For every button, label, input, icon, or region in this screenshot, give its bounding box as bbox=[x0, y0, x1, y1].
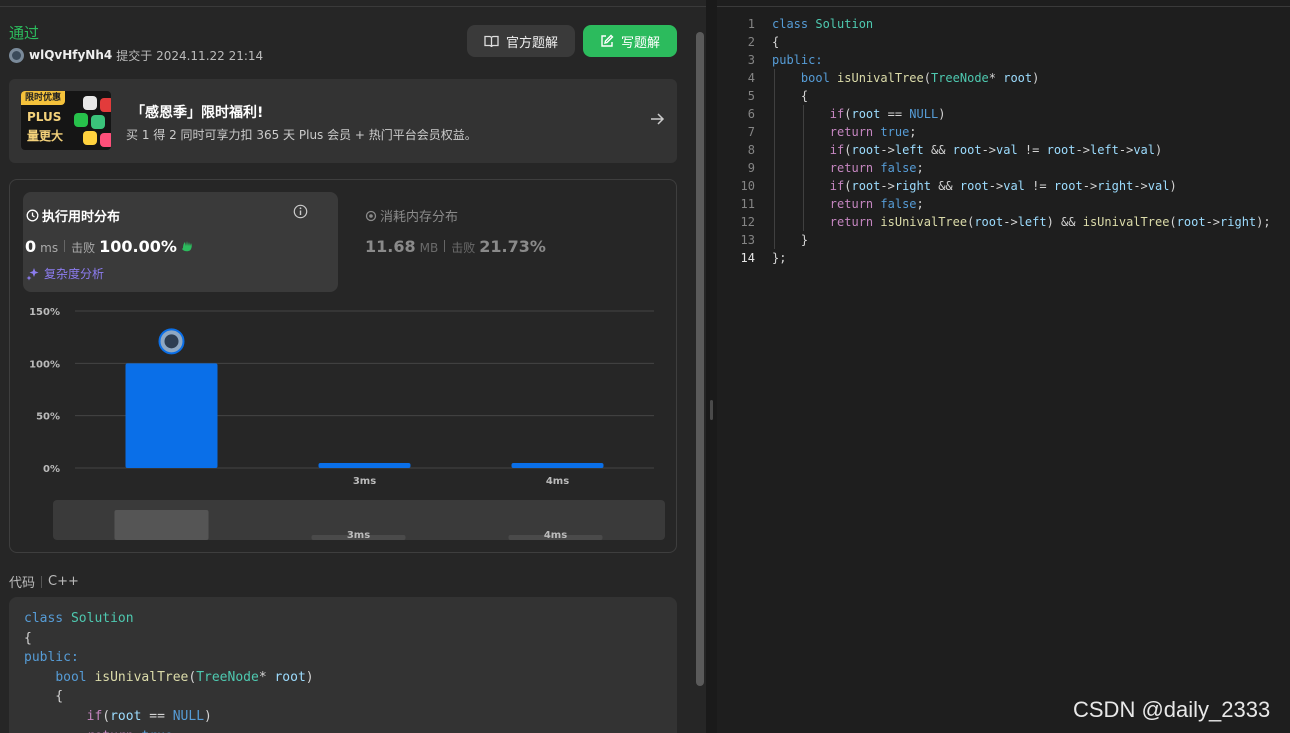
app-icon bbox=[83, 96, 97, 110]
line-number: 4 bbox=[747, 71, 755, 85]
app-icon bbox=[91, 115, 105, 129]
promo-description: 买 1 得 2 同时可享力扣 365 天 Plus 会员 + 热门平台会员权益。 bbox=[126, 128, 477, 142]
editor-line[interactable]: 4 bool isUnivalTree(TreeNode* root) bbox=[717, 69, 1290, 87]
promo-banner[interactable]: 限时优惠 PLUS 量更大 「感恩季」限时福利! 买 1 得 2 同时可享力扣 … bbox=[9, 79, 677, 163]
line-text: }; bbox=[772, 251, 787, 265]
line-number: 5 bbox=[747, 89, 755, 103]
write-solution-label: 写题解 bbox=[620, 35, 660, 51]
line-text: return false; bbox=[829, 161, 924, 175]
line-number: 14 bbox=[740, 251, 755, 265]
line-text: bool isUnivalTree(TreeNode* root) bbox=[800, 71, 1040, 85]
code-line: public: bbox=[24, 650, 79, 666]
line-number: 3 bbox=[747, 53, 755, 67]
promo-title: 「感恩季」限时福利! bbox=[131, 105, 264, 121]
watermark: CSDN @daily_2333 bbox=[1073, 697, 1271, 722]
editor-line[interactable]: 2{ bbox=[717, 33, 1290, 51]
editor-line[interactable]: 14}; bbox=[717, 249, 1290, 267]
editor-line[interactable]: 5 { bbox=[717, 87, 1290, 105]
official-solution-label: 官方题解 bbox=[505, 35, 558, 51]
line-text: if(root->left && root->val != root->left… bbox=[829, 143, 1163, 157]
submission-panel: 通过 wlQvHfyNh4 提交于 2024.11.22 21:14 官方题解 … bbox=[0, 0, 706, 733]
promo-tag: 限时优惠 bbox=[21, 91, 66, 105]
submission-meta: wlQvHfyNh4 提交于 2024.11.22 21:14 bbox=[9, 47, 263, 63]
code-language: C++ bbox=[48, 574, 79, 589]
divider bbox=[41, 575, 43, 588]
submission-status: 通过 bbox=[9, 24, 40, 42]
app-icon bbox=[100, 98, 111, 112]
book-icon bbox=[484, 35, 499, 47]
mini-x-tick-label: 3ms bbox=[347, 530, 370, 541]
line-text: return isUnivalTree(root->left) && isUni… bbox=[829, 215, 1271, 229]
code-editor-panel: 1 class Solution 2{3 public: 4 bool isUnival… bbox=[717, 0, 1290, 733]
editor-line[interactable]: 1 class Solution bbox=[717, 15, 1290, 33]
code-line: if(root == NULL) bbox=[86, 708, 212, 724]
official-solution-button[interactable]: 官方题解 bbox=[467, 25, 575, 57]
avatar[interactable] bbox=[9, 47, 24, 63]
line-text: if(root == NULL) bbox=[829, 107, 946, 121]
line-number: 7 bbox=[747, 125, 755, 139]
editor-line[interactable]: 3 public: bbox=[717, 51, 1290, 69]
promo-image: 限时优惠 PLUS 量更大 bbox=[21, 91, 111, 150]
code-line: return true; bbox=[24, 727, 662, 733]
promo-image-line1: PLUS bbox=[27, 110, 62, 124]
line-number: 2 bbox=[747, 35, 755, 49]
line-number: 13 bbox=[740, 233, 755, 247]
edit-icon bbox=[601, 34, 614, 47]
app-window: 通过 wlQvHfyNh4 提交于 2024.11.22 21:14 官方题解 … bbox=[0, 0, 1290, 733]
line-number: 12 bbox=[740, 215, 755, 229]
code-line: { bbox=[24, 689, 64, 705]
line-text: return true; bbox=[829, 125, 917, 139]
promo-image-line2: 量更大 bbox=[27, 129, 64, 143]
mini-distribution-chart[interactable]: 3ms 4ms bbox=[10, 180, 678, 554]
line-number: 1 bbox=[747, 17, 755, 31]
panel-splitter[interactable] bbox=[706, 0, 717, 733]
line-text: { bbox=[772, 35, 780, 49]
line-text: if(root->right && root->val != root->rig… bbox=[829, 179, 1177, 193]
editor-line[interactable]: 13 } bbox=[717, 231, 1290, 249]
code-line: bool isUnivalTree(TreeNode* root) bbox=[55, 669, 314, 685]
indent-guide bbox=[774, 69, 775, 249]
submitted-time: 提交于 2024.11.22 21:14 bbox=[116, 48, 264, 63]
code-line: { bbox=[24, 630, 32, 646]
line-number: 6 bbox=[747, 107, 755, 121]
line-number: 9 bbox=[747, 161, 755, 175]
line-text: { bbox=[772, 89, 809, 103]
username[interactable]: wlQvHfyNh4 bbox=[29, 48, 112, 62]
indent-guide bbox=[803, 105, 804, 231]
divider bbox=[717, 6, 1290, 7]
app-icon bbox=[74, 113, 88, 127]
performance-card: 执行用时分布 0 ms 击败 100.00% 复杂度分析 消耗内存分布 11.6… bbox=[9, 179, 677, 553]
app-icon bbox=[100, 133, 111, 147]
mini-chart-bar bbox=[114, 510, 209, 540]
code-section-header: 代码 C++ bbox=[9, 572, 79, 591]
line-number: 11 bbox=[740, 197, 755, 211]
line-number: 10 bbox=[740, 179, 755, 193]
write-solution-button[interactable]: 写题解 bbox=[583, 25, 677, 57]
code-label: 代码 bbox=[9, 576, 36, 591]
scrollbar[interactable] bbox=[696, 32, 704, 686]
splitter-handle[interactable] bbox=[710, 400, 713, 420]
arrow-right-icon[interactable] bbox=[649, 111, 665, 127]
code-line: class Solution bbox=[24, 611, 134, 626]
divider bbox=[0, 6, 706, 7]
mini-x-tick-label: 4ms bbox=[544, 530, 567, 541]
line-text: } bbox=[772, 233, 809, 247]
app-icon bbox=[83, 131, 97, 145]
line-text: class Solution bbox=[772, 17, 874, 31]
line-number: 8 bbox=[747, 143, 755, 157]
code-editor[interactable]: 1 class Solution 2{3 public: 4 bool isUnival… bbox=[717, 15, 1290, 267]
code-preview: class Solution { public: bool isUnivalTree… bbox=[9, 597, 677, 733]
line-text: return false; bbox=[829, 197, 924, 211]
line-text: public: bbox=[772, 53, 823, 67]
